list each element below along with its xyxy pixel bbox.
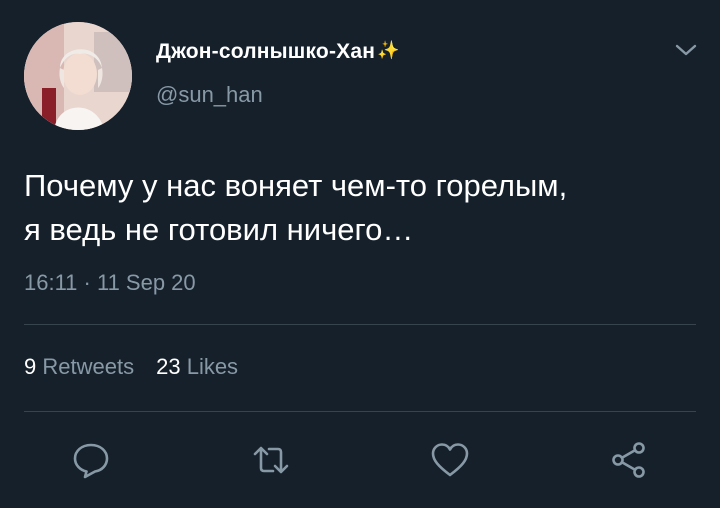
divider bbox=[24, 411, 696, 412]
tweet-timestamp[interactable]: 16:11 · 11 Sep 20 bbox=[24, 270, 196, 296]
likes-label: Likes bbox=[186, 354, 239, 379]
retweets-stat[interactable]: 9 Retweets bbox=[24, 354, 134, 379]
tweet-text-line: я ведь не готовил ничего… bbox=[24, 212, 414, 247]
avatar-photo bbox=[24, 22, 132, 130]
tweet-card: Джон-солнышко-Хан ✨ @sun_han Почему у нас… bbox=[0, 0, 720, 508]
divider bbox=[24, 324, 696, 325]
display-name[interactable]: Джон-солнышко-Хан ✨ bbox=[156, 40, 400, 64]
user-handle[interactable]: @sun_han bbox=[156, 82, 263, 108]
display-name-text: Джон-солнышко-Хан bbox=[156, 40, 376, 63]
action-bar bbox=[0, 432, 720, 488]
reply-icon bbox=[73, 443, 109, 479]
chevron-down-icon[interactable] bbox=[673, 40, 699, 60]
share-button[interactable] bbox=[601, 432, 657, 488]
sparkles-icon: ✨ bbox=[377, 40, 400, 60]
share-icon bbox=[612, 442, 645, 478]
like-button[interactable] bbox=[422, 432, 478, 488]
retweet-icon bbox=[253, 446, 289, 474]
reply-button[interactable] bbox=[63, 432, 119, 488]
likes-count: 23 bbox=[156, 354, 181, 379]
likes-stat[interactable]: 23 Likes bbox=[156, 354, 238, 379]
retweet-button[interactable] bbox=[243, 432, 299, 488]
retweets-label: Retweets bbox=[42, 354, 135, 379]
retweets-count: 9 bbox=[24, 354, 37, 379]
avatar[interactable] bbox=[24, 22, 132, 130]
tweet-text: Почему у нас воняет чем-то горелым, я ве… bbox=[24, 164, 704, 252]
tweet-stats: 9 Retweets 23 Likes bbox=[24, 354, 260, 380]
heart-icon bbox=[431, 443, 469, 477]
tweet-text-line: Почему у нас воняет чем-то горелым, bbox=[24, 168, 568, 203]
